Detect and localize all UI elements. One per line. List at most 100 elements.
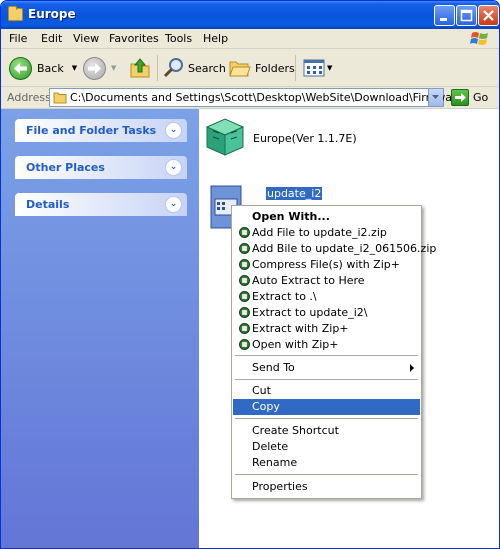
window-title: Europe — [28, 7, 76, 21]
chevron-down-icon[interactable]: ⌄ — [165, 159, 182, 176]
close-icon — [483, 10, 494, 21]
menu-item-label: Auto Extract to Here — [252, 274, 365, 287]
menu-item-label: Add Bile to update_i2_061506.zip — [252, 242, 437, 255]
menu-item-cut[interactable]: Cut — [233, 383, 420, 399]
zip-icon — [239, 291, 250, 302]
zip-icon — [239, 243, 250, 254]
task-pane: File and Folder Tasks ⌄ Other Places ⌄ D… — [1, 109, 199, 548]
file-name: Europe(Ver 1.1.7E) — [253, 132, 357, 145]
close-button[interactable] — [478, 5, 499, 26]
folders-button[interactable]: Folders — [228, 54, 295, 82]
search-button[interactable]: Search — [163, 54, 226, 82]
menu-item-extract-here[interactable]: Extract to .\ — [233, 289, 420, 305]
forward-dropdown-icon: ▼ — [111, 64, 117, 72]
toolbar-separator — [157, 55, 158, 81]
menu-item-create-shortcut[interactable]: Create Shortcut — [233, 423, 420, 439]
menu-item-delete[interactable]: Delete — [233, 439, 420, 455]
address-dropdown-button[interactable] — [428, 89, 443, 106]
menu-item-label: Cut — [252, 384, 271, 397]
folder-icon — [53, 92, 67, 104]
menu-item-label: Open with Zip+ — [252, 338, 339, 351]
file-name: update_i2 — [266, 187, 323, 200]
menu-item-add-file-zip[interactable]: Add File to update_i2.zip — [233, 225, 420, 241]
windows-logo-icon — [470, 32, 488, 45]
menu-item-label: Create Shortcut — [252, 424, 339, 437]
menu-item-compress[interactable]: Compress File(s) with Zip+ — [233, 257, 420, 273]
menu-view[interactable]: View — [73, 32, 99, 45]
folder-icon — [8, 6, 23, 21]
menu-item-label: Rename — [252, 456, 298, 469]
chevron-down-icon — [432, 95, 439, 99]
address-input[interactable]: C:\Documents and Settings\Scott\Desktop\… — [49, 88, 463, 107]
up-folder-button[interactable] — [128, 54, 152, 82]
menu-item-label: Delete — [252, 440, 289, 453]
chevron-down-icon[interactable]: ⌄ — [165, 196, 182, 213]
menu-tools[interactable]: Tools — [165, 32, 192, 45]
installer-package-icon — [205, 118, 245, 156]
menu-edit[interactable]: Edit — [41, 32, 62, 45]
menu-item-properties[interactable]: Properties — [233, 479, 420, 495]
menu-item-send-to[interactable]: Send To — [233, 360, 420, 376]
menu-help[interactable]: Help — [203, 32, 228, 45]
maximize-button[interactable] — [456, 5, 477, 26]
panel-title: File and Folder Tasks — [26, 124, 157, 137]
panel-title: Other Places — [26, 161, 105, 174]
search-label: Search — [188, 61, 226, 75]
menu-item-rename[interactable]: Rename — [233, 455, 420, 471]
menu-bar: File Edit View Favorites Tools Help — [1, 29, 499, 49]
menu-item-add-bile-zip[interactable]: Add Bile to update_i2_061506.zip — [233, 241, 436, 257]
menu-item-extract-with-zip[interactable]: Extract with Zip+ — [233, 321, 420, 337]
go-arrow-icon — [451, 89, 469, 106]
title-bar[interactable]: Europe — [1, 1, 499, 29]
maximize-icon — [460, 9, 473, 22]
minimize-button[interactable] — [434, 5, 455, 26]
zip-icon — [239, 323, 250, 334]
menu-item-auto-extract[interactable]: Auto Extract to Here — [233, 273, 420, 289]
submenu-arrow-icon — [410, 364, 414, 372]
zip-icon — [239, 307, 250, 318]
zip-icon — [239, 227, 250, 238]
go-label: Go — [473, 91, 489, 104]
details-header[interactable]: Details ⌄ — [15, 193, 187, 216]
go-button[interactable]: Go — [451, 89, 488, 106]
menu-item-label: Send To — [252, 361, 295, 374]
menu-file[interactable]: File — [9, 32, 27, 45]
folders-icon — [229, 61, 251, 77]
folders-label: Folders — [255, 61, 295, 75]
menu-item-label: Properties — [252, 480, 308, 493]
back-button[interactable]: Back ▼ — [9, 54, 77, 82]
menu-item-copy[interactable]: Copy — [233, 399, 420, 415]
address-label: Address — [7, 91, 51, 104]
menu-item-open-with-zip[interactable]: Open with Zip+ — [233, 337, 420, 353]
menu-separator — [235, 355, 418, 356]
panel-title: Details — [26, 198, 70, 211]
toolbar: Back ▼ ▼ Search Folders ▼ — [1, 50, 499, 87]
menu-item-label: Extract to update_i2\ — [252, 306, 368, 319]
zip-icon — [239, 275, 250, 286]
minimize-icon — [440, 18, 447, 21]
menu-item-label: Copy — [252, 400, 280, 413]
menu-item-label: Compress File(s) with Zip+ — [252, 258, 400, 271]
views-button[interactable]: ▼ — [303, 54, 332, 82]
menu-separator — [235, 418, 418, 419]
views-dropdown-icon: ▼ — [327, 64, 333, 72]
file-folder-tasks-header[interactable]: File and Folder Tasks ⌄ — [15, 119, 187, 142]
other-places-header[interactable]: Other Places ⌄ — [15, 156, 187, 179]
menu-favorites[interactable]: Favorites — [109, 32, 159, 45]
zip-icon — [239, 259, 250, 270]
context-menu: Open With... Add File to update_i2.zip A… — [231, 205, 436, 499]
back-arrow-icon — [9, 56, 32, 80]
chevron-down-icon[interactable]: ⌄ — [165, 122, 182, 139]
menu-item-label: Open With... — [252, 210, 330, 223]
menu-separator — [235, 474, 418, 475]
file-item[interactable]: Europe(Ver 1.1.7E) — [203, 115, 403, 159]
menu-item-label: Extract with Zip+ — [252, 322, 349, 335]
back-dropdown-icon[interactable]: ▼ — [72, 64, 77, 72]
address-path: C:\Documents and Settings\Scott\Desktop\… — [70, 91, 464, 104]
forward-button[interactable]: ▼ — [83, 54, 116, 82]
menu-item-extract-to-folder[interactable]: Extract to update_i2\ — [233, 305, 420, 321]
menu-separator — [235, 379, 418, 380]
views-icon — [303, 59, 325, 77]
menu-item-open-with[interactable]: Open With... — [233, 209, 420, 226]
search-icon — [163, 58, 183, 78]
